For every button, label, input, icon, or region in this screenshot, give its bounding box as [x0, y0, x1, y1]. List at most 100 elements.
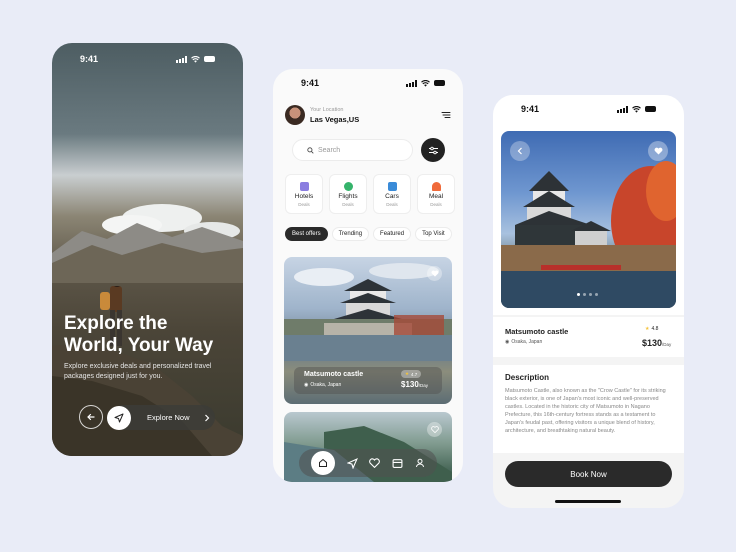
star-icon: ★ — [645, 326, 650, 332]
category-meal[interactable]: Meal Deals — [417, 174, 455, 214]
wifi-icon — [421, 79, 430, 87]
heart-icon — [654, 147, 662, 155]
carousel-dot[interactable] — [583, 293, 586, 296]
status-bar: 9:41 — [273, 69, 463, 97]
category-sub: Deals — [430, 201, 442, 207]
status-icons — [406, 79, 445, 87]
price-unit: /Day — [418, 383, 429, 388]
signal-icon — [406, 79, 417, 87]
location-value: Las Vegas,US — [310, 114, 360, 124]
detail-info: Matsumoto castle ◉ Osaka, Japan ★ 4.8 $1… — [493, 317, 684, 357]
meal-icon — [431, 181, 441, 191]
hero-title-line1: Explore the — [64, 313, 168, 334]
description-section: Description Matsumoto Castle, also known… — [493, 365, 684, 453]
detail-location-text: Osaka, Japan — [511, 339, 543, 345]
back-button[interactable] — [79, 405, 103, 429]
favorite-button[interactable] — [427, 266, 442, 281]
carousel-dots[interactable] — [577, 293, 598, 296]
card-title: Matsumoto castle — [304, 371, 364, 378]
card-price: $130/Day — [401, 380, 428, 389]
user-icon[interactable] — [415, 458, 425, 468]
avatar[interactable] — [285, 105, 305, 125]
category-flights[interactable]: Flights Deals — [329, 174, 367, 214]
carousel-dot[interactable] — [589, 293, 592, 296]
wifi-icon — [632, 105, 641, 113]
chevron-left-icon — [517, 147, 522, 155]
status-icons — [176, 55, 215, 63]
pin-icon: ◉ — [505, 339, 510, 345]
car-icon — [387, 181, 397, 191]
price-value: $130 — [401, 380, 419, 389]
description-heading: Description — [505, 373, 550, 382]
search-input[interactable]: Search — [292, 139, 413, 161]
battery-icon — [645, 106, 656, 112]
explore-now-label: Explore Now — [147, 413, 190, 422]
status-icons — [617, 105, 656, 113]
destination-card[interactable]: Matsumoto castle ◉ Osaka, Japan ★ 4.7 $1… — [284, 257, 452, 404]
nav-home[interactable] — [310, 451, 335, 475]
category-sub: Deals — [298, 201, 310, 207]
carousel-dot[interactable] — [577, 293, 580, 296]
category-sub: Deals — [386, 201, 398, 207]
plane-icon — [343, 181, 353, 191]
description-text: Matsumoto Castle, also known as the "Cro… — [505, 388, 666, 434]
menu-icon[interactable] — [441, 111, 451, 119]
category-hotels[interactable]: Hotels Deals — [285, 174, 323, 214]
favorite-button[interactable] — [648, 141, 668, 161]
wifi-icon — [191, 55, 200, 63]
rating-value: 4.8 — [651, 326, 659, 332]
card-info-panel: Matsumoto castle ◉ Osaka, Japan ★ 4.7 $1… — [294, 367, 442, 394]
category-sub: Deals — [342, 201, 354, 207]
card-location: ◉ Osaka, Japan — [304, 382, 341, 388]
hero-title: Explore the World, Your Way — [64, 313, 213, 357]
status-time: 9:41 — [301, 78, 320, 88]
heart-icon[interactable] — [369, 458, 381, 468]
battery-icon — [204, 56, 215, 62]
tab-top-visit[interactable]: Top Visit — [415, 227, 452, 241]
tab-best-offers[interactable]: Best offers — [285, 227, 328, 241]
filter-button[interactable] — [421, 138, 445, 162]
rating-badge: ★ 4.8 — [645, 326, 658, 332]
detail-location: ◉ Osaka, Japan — [505, 339, 542, 345]
bottom-nav — [299, 449, 437, 477]
star-icon: ★ — [405, 371, 410, 376]
price-value: $130 — [642, 338, 663, 348]
tab-trending[interactable]: Trending — [331, 227, 370, 241]
status-bar: 9:41 — [493, 95, 684, 123]
signal-icon — [617, 105, 628, 113]
price-unit: /Day — [662, 342, 672, 347]
castle-photo — [501, 131, 676, 308]
detail-title: Matsumoto castle — [505, 327, 569, 336]
hero-subtitle: Explore exclusive deals and personalized… — [64, 363, 212, 380]
status-bar: 9:41 — [52, 45, 243, 73]
explore-now-button[interactable]: Explore Now — [107, 405, 215, 430]
tab-featured[interactable]: Featured — [373, 227, 412, 241]
send-icon[interactable] — [346, 457, 358, 469]
chevron-right-icon — [204, 414, 209, 421]
search-placeholder: Search — [318, 146, 341, 154]
carousel-dot[interactable] — [595, 293, 598, 296]
home-indicator — [555, 500, 621, 503]
detail-screen: 9:41 Matsumoto castle ◉ Osaka, Japan ★ 4… — [493, 95, 684, 508]
rating-value: 4.7 — [411, 371, 418, 377]
hotel-icon — [299, 181, 309, 191]
favorite-button[interactable] — [427, 422, 442, 437]
home-icon — [318, 458, 327, 467]
pin-icon: ◉ — [304, 382, 309, 388]
category-name: Flights — [338, 192, 358, 200]
sliders-icon — [428, 146, 438, 154]
status-time: 9:41 — [521, 104, 540, 114]
filter-tabs: Best offers Trending Featured Top Visit — [285, 227, 452, 241]
detail-price: $130/Day — [642, 338, 671, 348]
calendar-icon[interactable] — [392, 458, 403, 468]
location-block[interactable]: Your Location Las Vegas,US — [285, 105, 359, 125]
send-button[interactable] — [107, 405, 131, 430]
back-button[interactable] — [510, 141, 530, 161]
category-cars[interactable]: Cars Deals — [373, 174, 411, 214]
home-screen: 9:41 Your Location Las Vegas,US Search H… — [273, 69, 463, 482]
category-name: Hotels — [294, 192, 314, 200]
category-name: Cars — [385, 192, 399, 200]
book-now-button[interactable]: Book Now — [505, 461, 672, 487]
landscape-background — [52, 204, 243, 283]
rating-badge: ★ 4.7 — [401, 370, 422, 378]
